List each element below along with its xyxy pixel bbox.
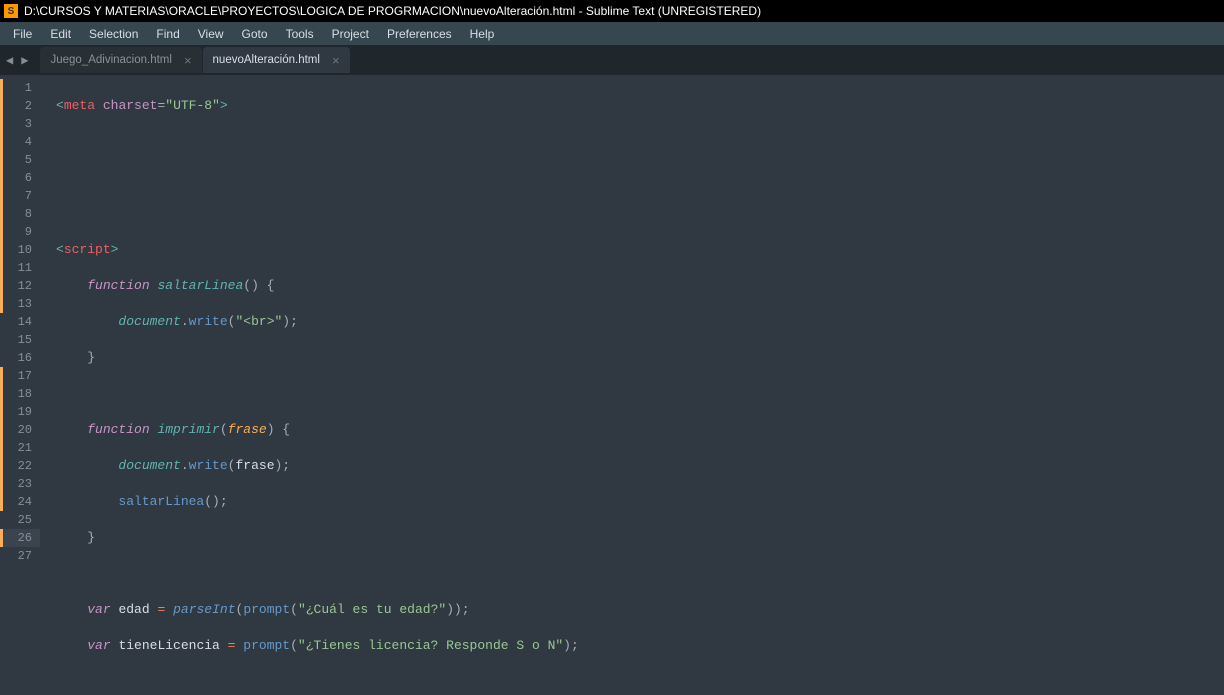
tab-nav-forward-icon[interactable]: ▶ — [19, 51, 30, 70]
modified-indicator — [0, 385, 3, 511]
app-icon: S — [4, 4, 18, 18]
menu-tools[interactable]: Tools — [277, 24, 323, 44]
titlebar: S D:\CURSOS Y MATERIAS\ORACLE\PROYECTOS\… — [0, 0, 1224, 22]
menu-goto[interactable]: Goto — [233, 24, 277, 44]
modified-indicator — [0, 529, 3, 547]
menubar: File Edit Selection Find View Goto Tools… — [0, 22, 1224, 45]
modified-indicator — [0, 79, 3, 313]
window-title: D:\CURSOS Y MATERIAS\ORACLE\PROYECTOS\LO… — [24, 4, 761, 18]
close-icon[interactable]: × — [184, 53, 192, 68]
menu-file[interactable]: File — [4, 24, 41, 44]
menu-preferences[interactable]: Preferences — [378, 24, 461, 44]
code-area[interactable]: <meta charset="UTF-8"> <script> function… — [48, 75, 1224, 695]
gutter: 1 2 3 4 5 6 7 8 9 10 11 12 13 14 15 16 1… — [0, 75, 48, 695]
tab-juego-adivinacion[interactable]: Juego_Adivinacion.html × — [40, 47, 201, 73]
tab-label: nuevoAlteración.html — [213, 54, 320, 66]
tabbar: ◀ ▶ Juego_Adivinacion.html × nuevoAltera… — [0, 45, 1224, 75]
menu-find[interactable]: Find — [147, 24, 188, 44]
menu-help[interactable]: Help — [461, 24, 504, 44]
tab-nuevo-alteracion[interactable]: nuevoAlteración.html × — [203, 47, 350, 73]
menu-edit[interactable]: Edit — [41, 24, 80, 44]
tab-label: Juego_Adivinacion.html — [50, 54, 171, 66]
tab-nav-back-icon[interactable]: ◀ — [4, 51, 15, 70]
menu-selection[interactable]: Selection — [80, 24, 147, 44]
menu-view[interactable]: View — [189, 24, 233, 44]
menu-project[interactable]: Project — [323, 24, 378, 44]
editor[interactable]: 1 2 3 4 5 6 7 8 9 10 11 12 13 14 15 16 1… — [0, 75, 1224, 695]
close-icon[interactable]: × — [332, 53, 340, 68]
tab-nav: ◀ ▶ — [4, 51, 30, 70]
modified-indicator — [0, 367, 3, 385]
